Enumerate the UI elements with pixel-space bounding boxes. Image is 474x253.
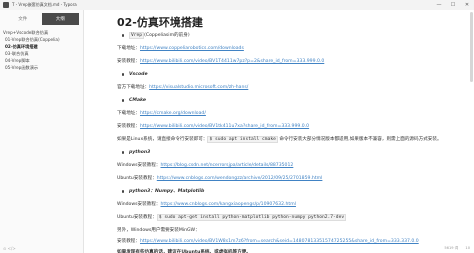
hyperlink[interactable]: https://www.bilibili.com/video/BV1T4411w… [140, 59, 324, 64]
inline-code: $ sudo apt install cmake [207, 136, 278, 143]
text-span: 另外，Windows用户需要安装MinGW： [117, 228, 200, 233]
outline-list: Vrep+Vscode联合仿真 01-Vrep联合仿真(Coppelia) 02-仿… [0, 29, 83, 71]
status-extra: 10 [465, 246, 470, 250]
text-span: 如果是Linux系统，请直接命令行安装即可： [117, 137, 208, 142]
section-bullet: Vrep (Coppeliasim的前身) [122, 32, 190, 39]
outline-item[interactable]: 04-Vrep脚本 [0, 57, 83, 64]
text-span: Ubuntu安装教程： [117, 176, 157, 181]
doc-paragraph: 下载地址：https://cmake.org/download/ [117, 110, 206, 117]
outline-item[interactable]: Vrep+Vscode联合仿真 [0, 29, 83, 36]
hyperlink[interactable]: https://www.coppeliarobotics.com/downloa… [140, 46, 244, 51]
hyperlink[interactable]: https://www.bilibili.com/video/BV1tk411u… [140, 124, 309, 129]
doc-paragraph: Windows安装教程：https://www.cnblogs.com/kang… [117, 201, 296, 208]
doc-paragraph: 下载地址：https://www.coppeliarobotics.com/do… [117, 45, 244, 52]
document: 02-仿真环境搭建 Vrep (Coppeliasim的前身) 下载地址：https… [117, 10, 447, 253]
doc-paragraph: 官方下载地址：https://visualstudio.microsoft.co… [117, 84, 248, 91]
text-span: 安装教程： [117, 239, 140, 244]
doc-paragraph: Windows安装教程：https://blog.csdn.net/ncerro… [117, 162, 293, 169]
hyperlink[interactable]: https://cmake.org/download/ [140, 111, 206, 116]
outline-item[interactable]: 03-联合仿真 [0, 50, 83, 57]
section-bullet: python3 [121, 149, 151, 156]
hyperlink[interactable]: https://blog.csdn.net/ncerrorsjpa/articl… [160, 163, 293, 168]
section-bullet: CMake [121, 97, 147, 104]
section-bullet: Vscode [122, 71, 148, 78]
hyperlink[interactable]: https://www.bilibili.com/video/BV1W8s1m7… [140, 239, 419, 244]
window-title: T - Vrep嵌套仿真文档.md - Typora [12, 2, 77, 7]
section-title: Vscode [129, 72, 148, 77]
page-title: 02-仿真环境搭建 [117, 16, 203, 29]
doc-paragraph: 安装教程：https://www.bilibili.com/video/BV1T… [117, 58, 324, 65]
app-icon [3, 2, 9, 8]
maximize-button[interactable]: ☐ [446, 0, 460, 10]
status-bar: 5619 词 10 [438, 246, 470, 251]
outline-item[interactable]: 01-Vrep联合仿真(Coppelia) [0, 36, 83, 43]
doc-paragraph: 安装教程：https://www.bilibili.com/video/BV1W… [117, 238, 419, 245]
tab-files[interactable]: 文件 [4, 13, 42, 25]
hyperlink[interactable]: https://visualstudio.microsoft.com/zh-ha… [149, 85, 248, 90]
text-span: 命令行安装大部分情况版本都适用,如果版本不兼容，则需上面的源码方式安装。 [277, 137, 442, 142]
editor-area[interactable]: 02-仿真环境搭建 Vrep (Coppeliasim的前身) 下载地址：https… [84, 10, 474, 253]
section-title: python3：Numpy、Matplotlib [129, 189, 205, 194]
scrollbar[interactable] [470, 12, 473, 82]
doc-paragraph: 如果发现有些仿真的话，建议在Ubuntu系统、或虚拟机等方便。 [117, 249, 251, 253]
hyperlink[interactable]: https://www.cnblogs.com/wendongzz/archiv… [157, 176, 323, 181]
minimize-button[interactable]: — [432, 0, 446, 10]
text-span: (Coppeliasim的前身) [144, 33, 190, 38]
outline-item[interactable]: 05-Vrep函数演示 [0, 64, 83, 71]
sidebar: 文件 大纲 Vrep+Vscode联合仿真 01-Vrep联合仿真(Coppeli… [0, 10, 84, 253]
text-span: 官方下载地址： [117, 85, 150, 90]
close-button[interactable]: ✕ [460, 0, 474, 10]
doc-paragraph: 如果是Linux系统，请直接命令行安装即可： $ sudo apt install… [117, 136, 442, 143]
sidebar-footer-icons[interactable]: ⊙ </> [3, 246, 16, 251]
tab-outline[interactable]: 大纲 [41, 13, 79, 25]
text-span: Ubuntu安装教程： [117, 215, 157, 220]
inline-code: Vrep [129, 32, 145, 39]
hyperlink[interactable]: https://www.cnblogs.com/kangxiaopengs/p/… [160, 202, 295, 207]
text-span: 安装教程： [117, 59, 140, 64]
text-span: Windows安装教程： [117, 202, 161, 207]
text-span: 下载地址： [117, 111, 140, 116]
section-title: CMake [129, 98, 147, 103]
doc-paragraph: 安装教程：https://www.bilibili.com/video/BV1t… [117, 123, 309, 130]
doc-paragraph: Ubuntu安装教程：https://www.cnblogs.com/wendo… [117, 175, 322, 182]
text-span: 下载地址： [117, 46, 140, 51]
section-bullet: python3：Numpy、Matplotlib [121, 188, 205, 195]
text-span: 安装教程： [117, 124, 140, 129]
outline-item[interactable]: 02-仿真环境搭建 [0, 43, 83, 50]
sidebar-tabs: 文件 大纲 [4, 13, 79, 25]
title-bar: T - Vrep嵌套仿真文档.md - Typora — ☐ ✕ [0, 0, 474, 10]
inline-code: $ sudo apt-get install python-matplotlib… [156, 214, 347, 221]
doc-paragraph: 另外，Windows用户需要安装MinGW： [117, 227, 200, 234]
word-count: 5619 词 [444, 246, 459, 250]
text-span: Windows安装教程： [117, 163, 161, 168]
section-title: python3 [129, 150, 151, 155]
window-controls: — ☐ ✕ [432, 0, 474, 10]
doc-paragraph: Ubuntu安装教程： $ sudo apt-get install python… [117, 214, 347, 221]
